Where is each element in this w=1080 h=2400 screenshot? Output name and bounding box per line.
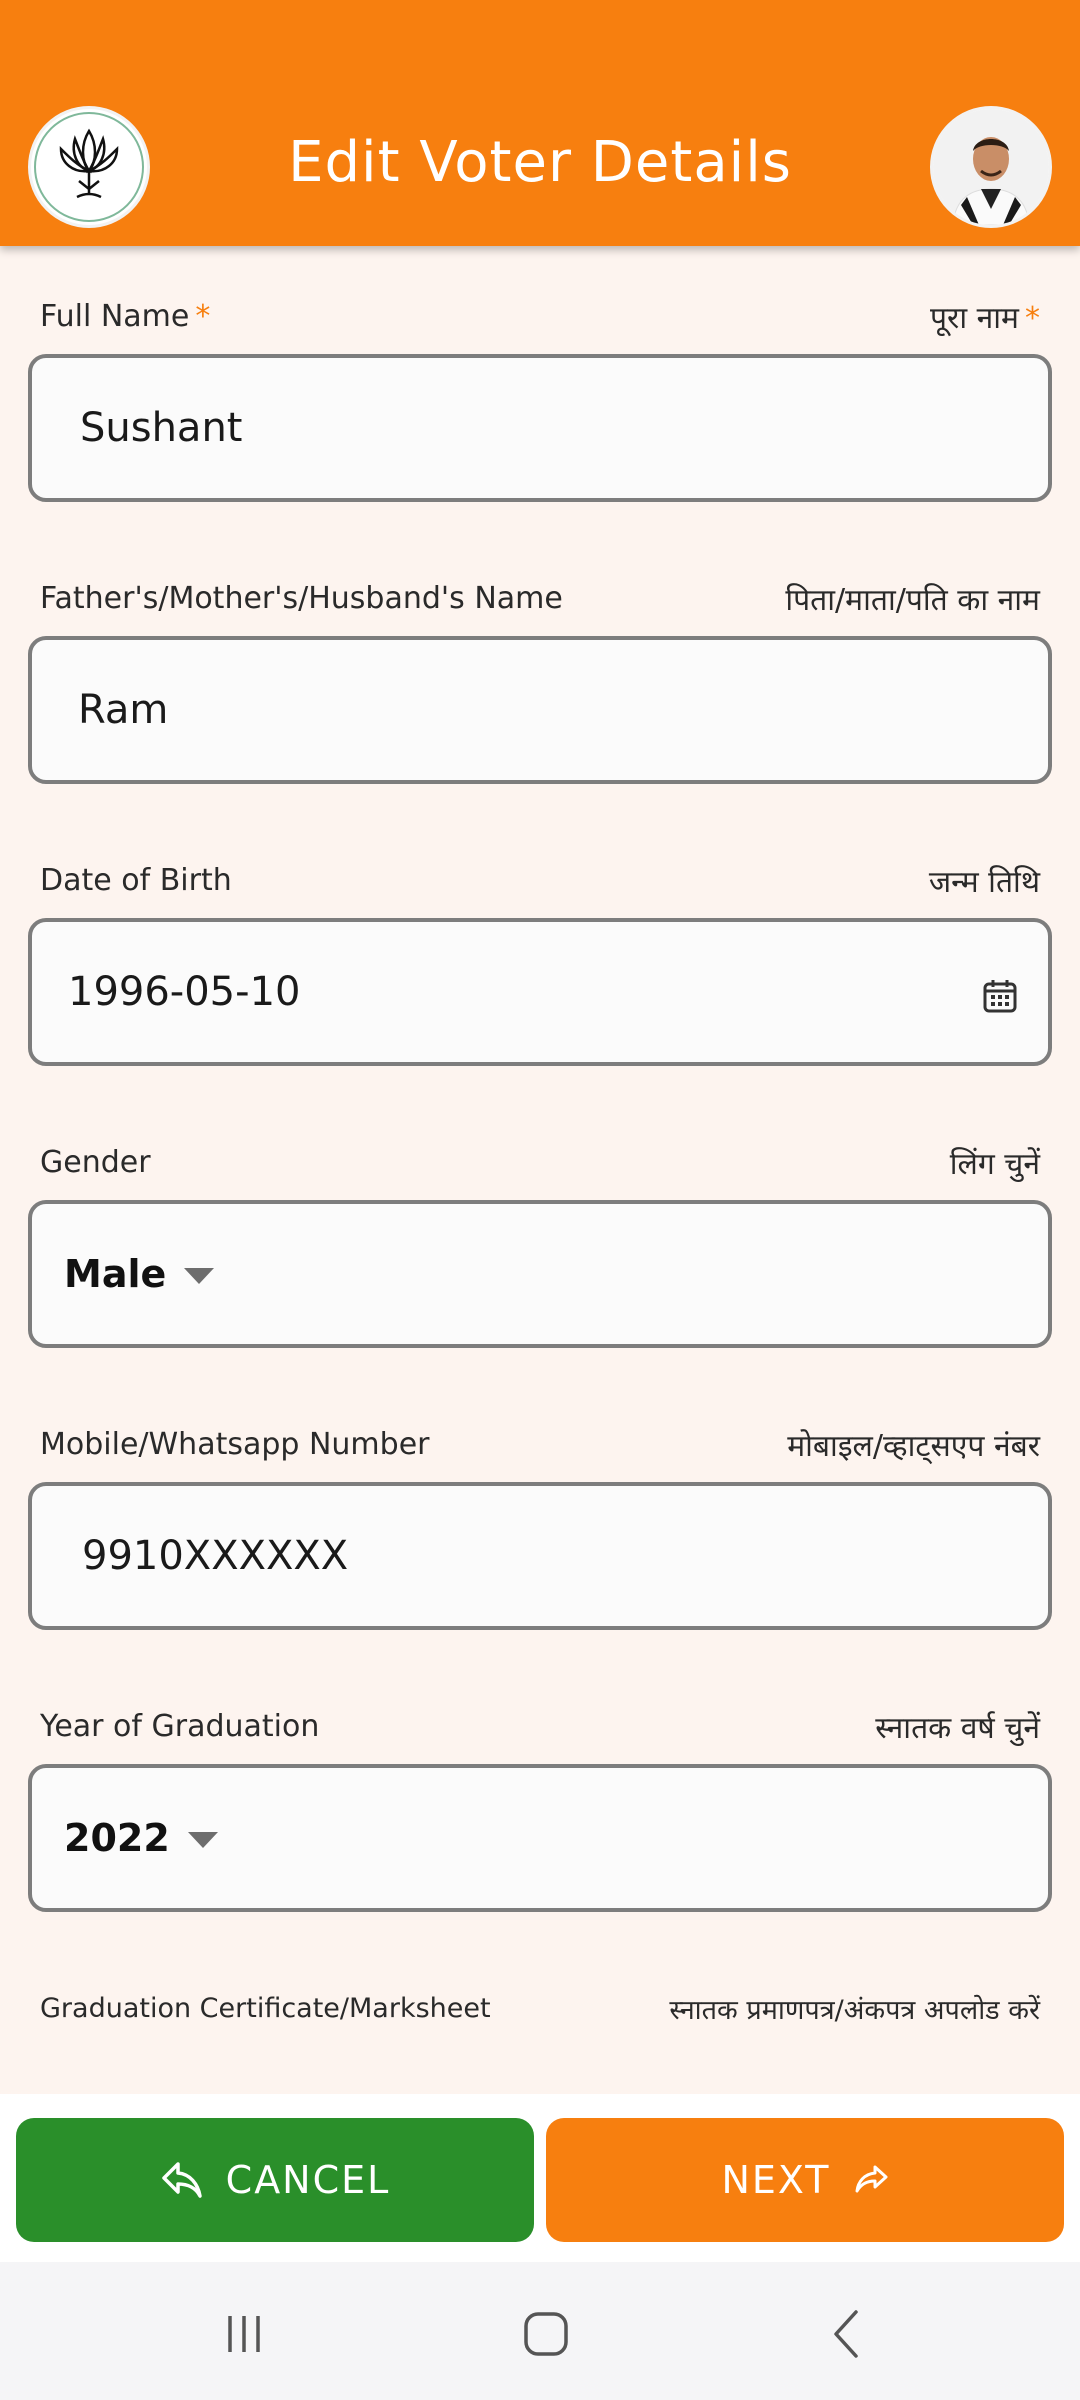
mobile-label-row: Mobile/Whatsapp Number मोबाइल/व्हाट्सएप … [40,1424,1040,1464]
full-name-label-row: Full Name * पूरा नाम * [40,296,1040,336]
back-icon[interactable] [818,2304,878,2364]
dob-value: 1996-05-10 [68,969,301,1015]
dob-label-hindi: जन्म तिथि [928,864,1040,900]
dropdown-arrow-icon [187,1832,218,1848]
grad-year-label: Year of Graduation [40,1708,320,1744]
grad-year-value: 2022 [64,1816,170,1860]
mobile-value: 9910XXXXXX [82,1533,349,1579]
full-name-label-hindi: पूरा नाम * [930,300,1040,336]
system-nav-bar [0,2262,1080,2400]
certificate-label-row: Graduation Certificate/Marksheet स्नातक … [40,1988,1040,2028]
dob-input[interactable]: 1996-05-10 [28,918,1052,1066]
person-avatar-icon [933,109,1049,225]
mobile-label: Mobile/Whatsapp Number [40,1426,430,1462]
certificate-label-hindi: स्नातक प्रमाणपत्र/अंकपत्र अपलोड करें [669,1994,1040,2026]
gender-select[interactable]: Male [28,1200,1052,1348]
required-mark: * [1025,300,1040,336]
full-name-input[interactable]: Sushant [28,354,1052,502]
relative-name-input[interactable]: Ram [28,636,1052,784]
dob-label: Date of Birth [40,862,232,898]
relative-name-label-row: Father's/Mother's/Husband's Name पिता/मा… [40,578,1040,618]
next-label: NEXT [721,2158,831,2202]
page-title: Edit Voter Details [288,130,792,195]
gender-label: Gender [40,1144,151,1180]
full-name-label: Full Name * [40,298,211,334]
forward-icon [855,2165,887,2193]
dob-label-row: Date of Birth जन्म तिथि [40,860,1040,900]
action-bar: CANCEL NEXT [0,2094,1080,2262]
required-mark: * [195,298,211,334]
reply-icon [161,2162,202,2198]
next-button[interactable]: NEXT [546,2118,1064,2242]
mobile-label-hindi: मोबाइल/व्हाट्सएप नंबर [787,1428,1040,1464]
calendar-icon[interactable] [982,978,1018,1014]
relative-name-value: Ram [78,687,169,733]
home-icon[interactable] [516,2304,576,2364]
full-name-value: Sushant [80,405,243,451]
gender-label-hindi: लिंग चुनें [949,1146,1040,1182]
dropdown-arrow-icon [184,1268,215,1284]
gender-label-row: Gender लिंग चुनें [40,1142,1040,1182]
certificate-label: Graduation Certificate/Marksheet [40,1992,491,2024]
grad-year-select[interactable]: 2022 [28,1764,1052,1912]
recent-apps-icon[interactable] [214,2304,274,2364]
avatar[interactable] [930,106,1052,228]
relative-name-label-hindi: पिता/माता/पति का नाम [785,582,1040,618]
cancel-label: CANCEL [225,2158,391,2202]
cancel-button[interactable]: CANCEL [16,2118,534,2242]
app-header: Edit Voter Details [0,0,1080,246]
grad-year-label-row: Year of Graduation स्नातक वर्ष चुनें [40,1706,1040,1746]
grad-year-label-hindi: स्नातक वर्ष चुनें [875,1710,1040,1746]
gender-value: Male [64,1252,167,1296]
mobile-input[interactable]: 9910XXXXXX [28,1482,1052,1630]
relative-name-label: Father's/Mother's/Husband's Name [40,580,563,616]
